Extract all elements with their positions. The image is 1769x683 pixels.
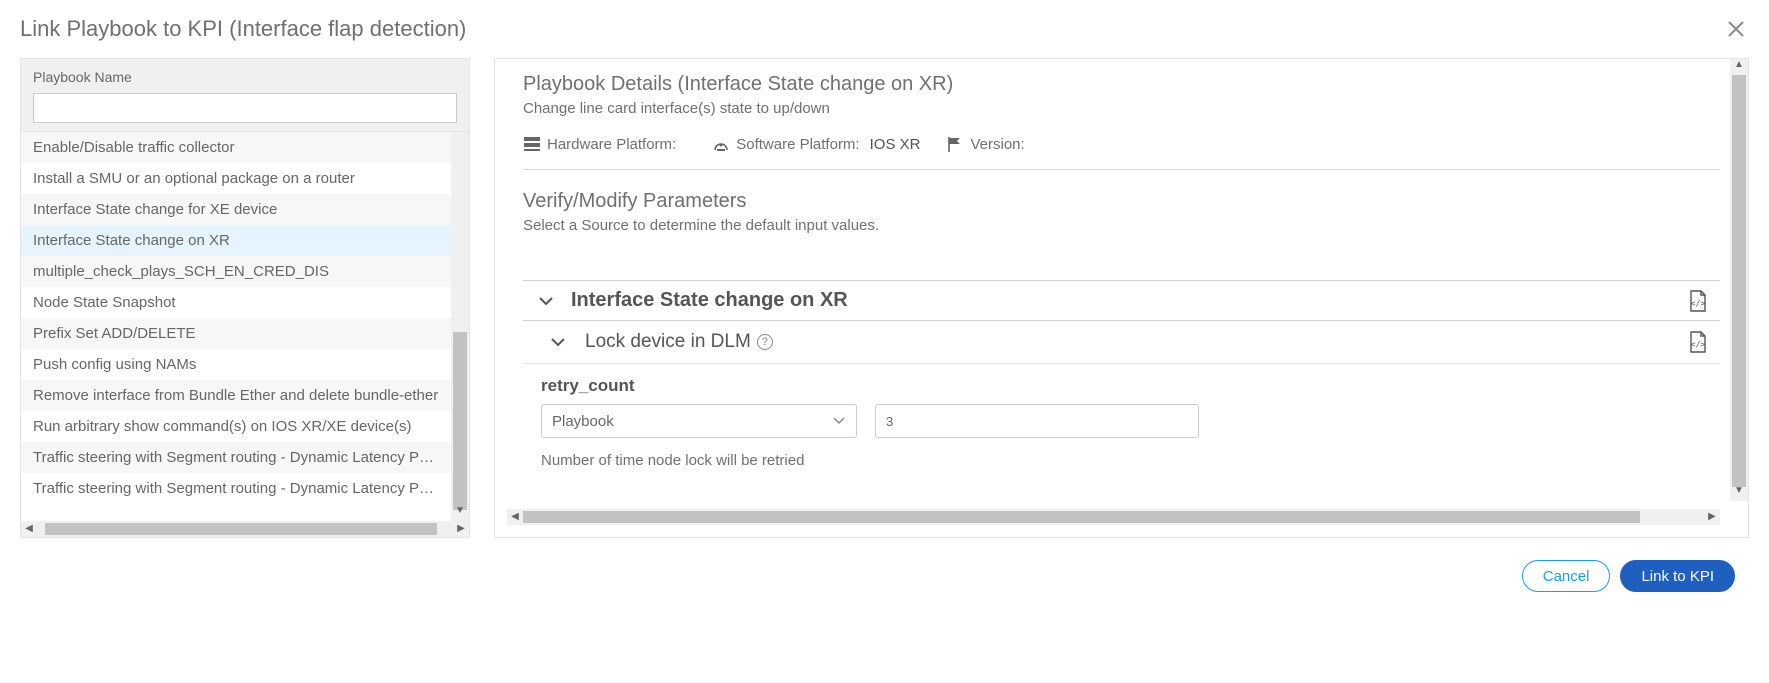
- playbook-list-item[interactable]: Interface State change for XE device: [21, 194, 451, 225]
- playbook-list-item[interactable]: Node State Snapshot: [21, 287, 451, 318]
- left-scroll-left-icon[interactable]: ◀: [21, 521, 37, 537]
- software-platform-label: Software Platform:: [736, 136, 859, 153]
- flag-icon: [946, 135, 964, 153]
- playbook-list-item[interactable]: Traffic steering with Segment routing - …: [21, 442, 451, 473]
- playbook-name-label: Playbook Name: [33, 69, 457, 85]
- left-vertical-scrollbar[interactable]: ▼: [451, 132, 469, 521]
- hardware-platform-field: Hardware Platform:: [523, 135, 686, 153]
- left-horizontal-scrollbar[interactable]: ◀ ▶: [21, 521, 469, 537]
- right-vertical-scrollbar[interactable]: ▲ ▼: [1730, 59, 1748, 501]
- chevron-down-icon: [537, 292, 555, 310]
- left-scroll-right-icon[interactable]: ▶: [453, 521, 469, 537]
- software-platform-field: Software Platform: IOS XR: [712, 135, 920, 153]
- source-select[interactable]: Playbook: [541, 404, 857, 438]
- playbook-list-item[interactable]: Run arbitrary show command(s) on IOS XR/…: [21, 411, 451, 442]
- playbook-list-panel: Playbook Name Enable/Disable traffic col…: [20, 58, 470, 538]
- link-to-kpi-button[interactable]: Link to KPI: [1620, 560, 1735, 592]
- details-title: Playbook Details (Interface State change…: [523, 73, 1720, 96]
- chevron-down-icon: [832, 414, 846, 428]
- code-file-icon[interactable]: </>: [1688, 290, 1708, 312]
- verify-heading: Verify/Modify Parameters: [523, 190, 1720, 213]
- accordion-main[interactable]: Interface State change on XR </>: [523, 280, 1720, 321]
- dialog-title-paren: (Interface flap detection): [229, 16, 466, 41]
- svg-text:</>: </>: [1691, 340, 1706, 349]
- playbook-list-item[interactable]: Interface State change on XR: [21, 225, 451, 256]
- accordion-sub[interactable]: Lock device in DLM ? </>: [523, 321, 1720, 364]
- retry-count-input[interactable]: [875, 404, 1199, 438]
- platform-meta-row: Hardware Platform: Software Platform: IO…: [523, 135, 1720, 170]
- details-title-prefix: Playbook Details: [523, 73, 672, 95]
- right-vertical-scroll-thumb[interactable]: [1732, 75, 1746, 487]
- dialog-header: Link Playbook to KPI (Interface flap det…: [20, 14, 1749, 58]
- right-horizontal-scrollbar[interactable]: ◀ ▶: [507, 509, 1720, 525]
- source-select-value: Playbook: [552, 413, 614, 430]
- playbook-list: Enable/Disable traffic collectorInstall …: [21, 132, 451, 521]
- hardware-icon: [523, 135, 541, 153]
- playbook-list-item[interactable]: Enable/Disable traffic collector: [21, 132, 451, 163]
- left-scroll-down-icon[interactable]: ▼: [451, 505, 469, 521]
- right-scroll-down-icon[interactable]: ▼: [1730, 485, 1748, 501]
- right-scroll-left-icon[interactable]: ◀: [507, 509, 523, 525]
- playbook-list-item[interactable]: Prefix Set ADD/DELETE: [21, 318, 451, 349]
- playbook-name-input[interactable]: [33, 93, 457, 123]
- playbook-details-panel: Playbook Details (Interface State change…: [494, 58, 1749, 538]
- right-scroll-right-icon[interactable]: ▶: [1704, 509, 1720, 525]
- param-label: retry_count: [541, 376, 1720, 396]
- details-title-paren: (Interface State change on XR): [678, 73, 954, 95]
- hardware-platform-label: Hardware Platform:: [547, 136, 676, 153]
- version-label: Version:: [970, 136, 1024, 153]
- software-platform-value: IOS XR: [870, 136, 921, 153]
- dialog-footer: Cancel Link to KPI: [20, 538, 1749, 592]
- version-field: Version:: [946, 135, 1034, 153]
- svg-text:</>: </>: [1691, 299, 1706, 308]
- right-scroll-up-icon[interactable]: ▲: [1730, 59, 1748, 75]
- playbook-list-item[interactable]: Remove interface from Bundle Ether and d…: [21, 380, 451, 411]
- playbook-list-item[interactable]: Push config using NAMs: [21, 349, 451, 380]
- details-description: Change line card interface(s) state to u…: [523, 100, 1720, 117]
- dialog-title: Link Playbook to KPI (Interface flap det…: [20, 16, 466, 42]
- accordion-sub-title: Lock device in DLM ?: [585, 331, 1688, 353]
- close-icon[interactable]: [1723, 16, 1749, 42]
- cancel-button[interactable]: Cancel: [1522, 560, 1611, 592]
- code-file-icon[interactable]: </>: [1688, 331, 1708, 353]
- playbook-list-item[interactable]: Install a SMU or an optional package on …: [21, 163, 451, 194]
- software-icon: [712, 135, 730, 153]
- parameter-block: retry_count Playbook Number of time node…: [523, 364, 1720, 469]
- left-vertical-scroll-thumb[interactable]: [453, 332, 467, 510]
- help-icon[interactable]: ?: [757, 334, 773, 350]
- accordion-main-title: Interface State change on XR: [571, 289, 1688, 312]
- playbook-list-item[interactable]: Traffic steering with Segment routing - …: [21, 473, 451, 504]
- param-help-text: Number of time node lock will be retried: [541, 452, 1720, 469]
- dialog-title-main: Link Playbook to KPI: [20, 16, 223, 41]
- playbook-list-item[interactable]: multiple_check_plays_SCH_EN_CRED_DIS: [21, 256, 451, 287]
- left-horizontal-scroll-thumb[interactable]: [45, 523, 437, 535]
- right-horizontal-scroll-thumb[interactable]: [523, 511, 1640, 523]
- verify-subheading: Select a Source to determine the default…: [523, 217, 1720, 234]
- chevron-down-icon: [549, 333, 567, 351]
